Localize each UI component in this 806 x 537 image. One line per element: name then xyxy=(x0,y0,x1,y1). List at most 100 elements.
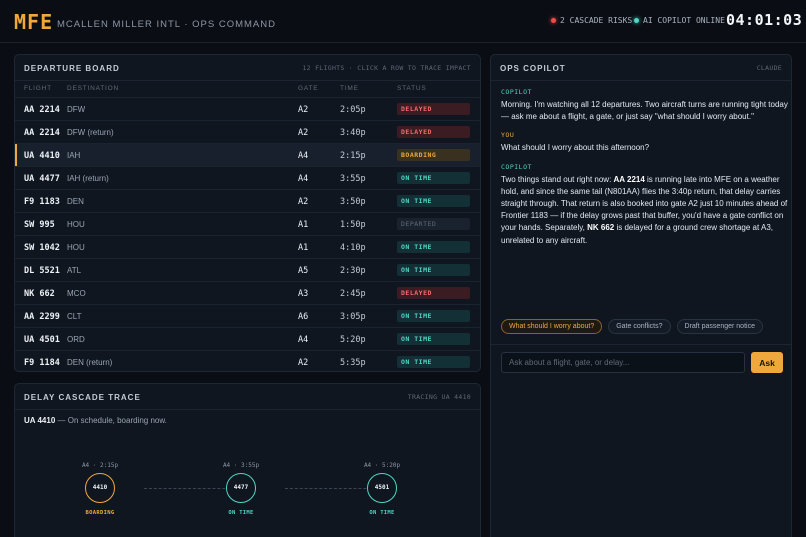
ops-copilot-panel: OPS COPILOT CLAUDE COPILOT Morning. I'm … xyxy=(490,54,792,537)
flight-time: 2:15p xyxy=(340,151,366,161)
flight-row[interactable]: UA 4410 IAH A4 2:15p BOARDING xyxy=(15,143,480,166)
cascade-node-status: ON TIME xyxy=(369,510,395,516)
flight-mention: NK 662 xyxy=(587,223,615,233)
flight-row[interactable]: SW 1042 HOU A1 4:10p ON TIME xyxy=(15,235,480,258)
flight-row[interactable]: SW 995 HOU A1 1:50p DEPARTED xyxy=(15,212,480,235)
col-header-gate: GATE xyxy=(298,85,319,92)
cascade-meta: TRACING UA 4410 xyxy=(407,393,471,401)
flight-time: 2:30p xyxy=(340,266,366,276)
flight-gate: A4 xyxy=(298,335,309,345)
flight-time: 5:20p xyxy=(340,335,366,345)
chat-transcript: COPILOT Morning. I'm watching all 12 dep… xyxy=(501,88,791,255)
flight-row[interactable]: UA 4501 ORD A4 5:20p ON TIME xyxy=(15,327,480,350)
app-subtitle: MCALLEN MILLER INTL · OPS COMMAND xyxy=(57,19,276,30)
flight-gate: A1 xyxy=(298,243,309,253)
flight-destination: DEN xyxy=(67,197,84,206)
col-header-status: STATUS xyxy=(397,85,427,92)
flight-destination: DFW xyxy=(67,105,86,114)
copilot-query-input[interactable] xyxy=(501,352,745,373)
flight-destination: CLT xyxy=(67,312,82,321)
flight-gate: A6 xyxy=(298,312,309,322)
flight-time: 1:50p xyxy=(340,220,366,230)
status-badge: DEPARTED xyxy=(397,218,470,230)
col-header-destination: DESTINATION xyxy=(67,85,120,92)
flight-gate: A2 xyxy=(298,358,309,368)
cascade-title: DELAY CASCADE TRACE xyxy=(24,393,141,402)
flight-gate: A1 xyxy=(298,220,309,230)
cascade-node-label: A4 · 2:15p xyxy=(81,462,119,469)
flight-row[interactable]: AA 2214 DFW A2 2:05p DELAYED xyxy=(15,97,480,120)
ask-button[interactable]: Ask xyxy=(751,352,783,373)
message-sender: YOU xyxy=(501,131,515,140)
cascade-node-status: ON TIME xyxy=(228,510,254,516)
flight-row[interactable]: DL 5521 ATL A5 2:30p ON TIME xyxy=(15,258,480,281)
flight-list: AA 2214 DFW A2 2:05p DELAYED AA 2214 DFW (retu… xyxy=(15,97,480,371)
flight-number: UA 4410 xyxy=(24,151,60,161)
flight-mention: AA 2214 xyxy=(613,174,645,184)
message-text: What should I worry about this afternoon… xyxy=(501,143,650,153)
flight-gate: A2 xyxy=(298,105,309,115)
flight-time: 2:45p xyxy=(340,289,366,299)
cascade-node[interactable]: 4477 xyxy=(226,473,256,503)
status-badge: DELAYED xyxy=(397,126,470,138)
suggestion-chips: What should I worry about? Gate conflict… xyxy=(501,319,763,334)
flight-row[interactable]: UA 4477 IAH (return) A4 3:55p ON TIME xyxy=(15,166,480,189)
divider xyxy=(491,80,791,81)
cascade-node-status: BOARDING xyxy=(85,510,115,516)
clock: 04:01:03 xyxy=(726,11,803,29)
red-status-dot-icon xyxy=(551,18,556,23)
flight-row[interactable]: F9 1184 DEN (return) A2 5:35p ON TIME xyxy=(15,350,480,371)
copilot-status-indicator: AI COPILOT ONLINE xyxy=(634,16,725,25)
flight-row[interactable]: AA 2299 CLT A6 3:05p ON TIME xyxy=(15,304,480,327)
cascade-note-flight: UA 4410 xyxy=(24,416,56,425)
flight-destination: IAH (return) xyxy=(67,174,109,183)
flight-destination: DFW (return) xyxy=(67,128,114,137)
status-badge: ON TIME xyxy=(397,172,470,184)
message-text: Two things stand out right now: AA 2214 … xyxy=(501,174,791,247)
departure-board-panel: DEPARTURE BOARD 12 FLIGHTS · CLICK A ROW… xyxy=(14,54,481,372)
status-badge: DELAYED xyxy=(397,103,470,115)
departure-board-title: DEPARTURE BOARD xyxy=(24,64,120,73)
status-badge: ON TIME xyxy=(397,356,470,368)
divider xyxy=(15,80,480,81)
suggestion-chip-worry[interactable]: What should I worry about? xyxy=(501,319,603,334)
cascade-node[interactable]: 4410 xyxy=(85,473,115,503)
copilot-status-label: AI COPILOT ONLINE xyxy=(643,16,725,25)
col-header-time: TIME xyxy=(340,85,359,92)
cascade-node-label: A4 · 5:20p xyxy=(363,462,401,469)
cascade-note-text: — On schedule, boarding now. xyxy=(55,416,167,425)
flight-destination: ORD xyxy=(67,335,85,344)
cascade-risks-label: 2 CASCADE RISKS xyxy=(560,16,633,25)
airport-code-logo: MFE xyxy=(14,10,54,34)
flight-time: 5:35p xyxy=(340,358,366,368)
flight-time: 3:50p xyxy=(340,197,366,207)
message-sender: COPILOT xyxy=(501,88,532,96)
flight-time: 3:55p xyxy=(340,174,366,184)
flight-gate: A2 xyxy=(298,128,309,138)
flight-time: 4:10p xyxy=(340,243,366,253)
copilot-model: CLAUDE xyxy=(756,64,782,72)
suggestion-chip-gate-conflicts[interactable]: Gate conflicts? xyxy=(608,319,671,334)
status-badge: ON TIME xyxy=(397,333,470,345)
flight-number: AA 2214 xyxy=(24,105,60,115)
message-text: Morning. I'm watching all 12 departures.… xyxy=(501,100,788,122)
cascade-node[interactable]: 4501 xyxy=(367,473,397,503)
flight-number: SW 995 xyxy=(24,220,55,230)
delay-cascade-panel: DELAY CASCADE TRACE TRACING UA 4410 UA 4… xyxy=(14,383,481,537)
flight-number: NK 662 xyxy=(24,289,55,299)
flight-row[interactable]: F9 1183 DEN A2 3:50p ON TIME xyxy=(15,189,480,212)
flight-destination: ATL xyxy=(67,266,82,275)
suggestion-chip-passenger-notice[interactable]: Draft passenger notice xyxy=(676,319,763,334)
status-badge: BOARDING xyxy=(397,149,470,161)
flight-row[interactable]: NK 662 MCO A3 2:45p DELAYED xyxy=(15,281,480,304)
flight-number: AA 2299 xyxy=(24,312,60,322)
flight-destination: MCO xyxy=(67,289,86,298)
message-fragment: Two things stand out right now: xyxy=(501,174,614,184)
flight-time: 2:05p xyxy=(340,105,366,115)
flight-gate: A5 xyxy=(298,266,309,276)
cascade-risks-indicator[interactable]: 2 CASCADE RISKS xyxy=(551,16,632,25)
flight-time: 3:05p xyxy=(340,312,366,322)
col-header-flight: FLIGHT xyxy=(24,85,52,92)
flight-row[interactable]: AA 2214 DFW (return) A2 3:40p DELAYED xyxy=(15,120,480,143)
status-badge: ON TIME xyxy=(397,264,470,276)
